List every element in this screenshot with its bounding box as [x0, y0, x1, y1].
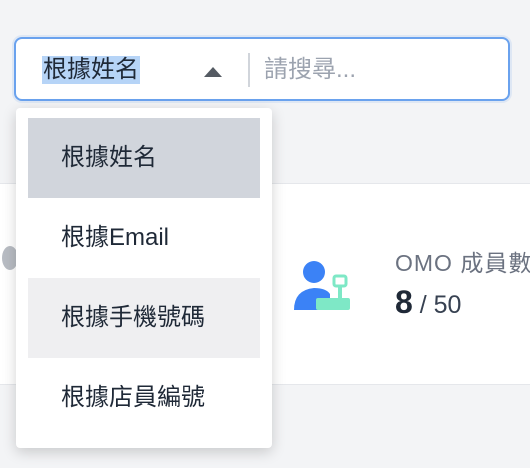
divider	[248, 53, 250, 87]
dropdown-option-name[interactable]: 根據姓名	[28, 118, 260, 198]
user-register-icon	[294, 261, 350, 310]
search-bar: 根據姓名	[14, 37, 510, 101]
stat-count: 8	[395, 284, 413, 320]
dropdown-option-staff-id[interactable]: 根據店員編號	[28, 358, 260, 438]
caret-up-icon	[204, 67, 222, 77]
search-field-dropdown: 根據姓名 根據Email 根據手機號碼 根據店員編號	[16, 108, 272, 448]
stat-label: OMO 成員數	[395, 250, 530, 276]
search-input[interactable]	[262, 49, 502, 91]
stat-separator: /	[412, 291, 434, 319]
stat-total: 50	[433, 291, 462, 319]
stat-value: 8 / 50	[395, 284, 461, 321]
search-field-select[interactable]: 根據姓名	[18, 39, 248, 99]
dropdown-option-email[interactable]: 根據Email	[28, 198, 260, 278]
dropdown-option-phone[interactable]: 根據手機號碼	[28, 278, 260, 358]
selected-field-label: 根據姓名	[42, 56, 140, 84]
